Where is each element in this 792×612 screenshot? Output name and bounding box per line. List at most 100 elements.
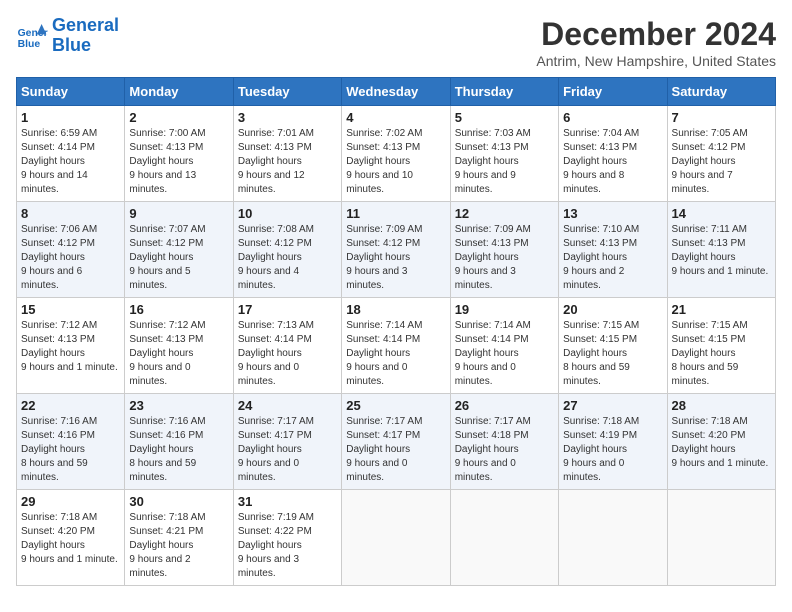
table-row: 19 Sunrise: 7:14 AM Sunset: 4:14 PM Dayl… [450,298,558,394]
day-number: 9 [129,206,228,221]
table-row: 4 Sunrise: 7:02 AM Sunset: 4:13 PM Dayli… [342,106,450,202]
header: General Blue General Blue December 2024 … [16,16,776,69]
day-number: 5 [455,110,554,125]
table-row: 13 Sunrise: 7:10 AM Sunset: 4:13 PM Dayl… [559,202,667,298]
day-number: 26 [455,398,554,413]
table-row: 31 Sunrise: 7:19 AM Sunset: 4:22 PM Dayl… [233,490,341,586]
day-info: Sunrise: 7:14 AM Sunset: 4:14 PM Dayligh… [346,319,445,389]
title-area: December 2024 Antrim, New Hampshire, Uni… [536,16,776,69]
day-number: 13 [563,206,662,221]
day-number: 14 [672,206,771,221]
logo-text: General Blue [52,16,119,56]
table-row: 9 Sunrise: 7:07 AM Sunset: 4:12 PM Dayli… [125,202,233,298]
day-number: 15 [21,302,120,317]
col-wednesday: Wednesday [342,78,450,106]
day-number: 29 [21,494,120,509]
day-info: Sunrise: 7:04 AM Sunset: 4:13 PM Dayligh… [563,127,662,197]
logo: General Blue General Blue [16,16,119,56]
day-info: Sunrise: 7:09 AM Sunset: 4:13 PM Dayligh… [455,223,554,293]
day-number: 2 [129,110,228,125]
day-number: 27 [563,398,662,413]
table-row: 5 Sunrise: 7:03 AM Sunset: 4:13 PM Dayli… [450,106,558,202]
day-number: 11 [346,206,445,221]
col-tuesday: Tuesday [233,78,341,106]
table-row: 28 Sunrise: 7:18 AM Sunset: 4:20 PM Dayl… [667,394,775,490]
col-sunday: Sunday [17,78,125,106]
table-row: 18 Sunrise: 7:14 AM Sunset: 4:14 PM Dayl… [342,298,450,394]
table-row: 27 Sunrise: 7:18 AM Sunset: 4:19 PM Dayl… [559,394,667,490]
month-title: December 2024 [536,16,776,53]
day-number: 22 [21,398,120,413]
day-info: Sunrise: 7:08 AM Sunset: 4:12 PM Dayligh… [238,223,337,293]
day-number: 12 [455,206,554,221]
day-number: 17 [238,302,337,317]
table-row: 2 Sunrise: 7:00 AM Sunset: 4:13 PM Dayli… [125,106,233,202]
col-monday: Monday [125,78,233,106]
day-number: 20 [563,302,662,317]
col-saturday: Saturday [667,78,775,106]
day-info: Sunrise: 7:14 AM Sunset: 4:14 PM Dayligh… [455,319,554,389]
table-row: 22 Sunrise: 7:16 AM Sunset: 4:16 PM Dayl… [17,394,125,490]
day-number: 16 [129,302,228,317]
calendar-header-row: Sunday Monday Tuesday Wednesday Thursday… [17,78,776,106]
day-number: 25 [346,398,445,413]
table-row: 26 Sunrise: 7:17 AM Sunset: 4:18 PM Dayl… [450,394,558,490]
calendar-week-row: 22 Sunrise: 7:16 AM Sunset: 4:16 PM Dayl… [17,394,776,490]
location-title: Antrim, New Hampshire, United States [536,53,776,69]
day-info: Sunrise: 7:15 AM Sunset: 4:15 PM Dayligh… [563,319,662,389]
table-row [559,490,667,586]
table-row: 17 Sunrise: 7:13 AM Sunset: 4:14 PM Dayl… [233,298,341,394]
table-row: 7 Sunrise: 7:05 AM Sunset: 4:12 PM Dayli… [667,106,775,202]
col-friday: Friday [559,78,667,106]
logo-line1: General [52,15,119,35]
day-info: Sunrise: 7:00 AM Sunset: 4:13 PM Dayligh… [129,127,228,197]
logo-line2: Blue [52,35,91,55]
table-row: 6 Sunrise: 7:04 AM Sunset: 4:13 PM Dayli… [559,106,667,202]
calendar-table: Sunday Monday Tuesday Wednesday Thursday… [16,77,776,586]
day-number: 8 [21,206,120,221]
calendar-week-row: 8 Sunrise: 7:06 AM Sunset: 4:12 PM Dayli… [17,202,776,298]
table-row: 15 Sunrise: 7:12 AM Sunset: 4:13 PM Dayl… [17,298,125,394]
day-info: Sunrise: 7:17 AM Sunset: 4:17 PM Dayligh… [346,415,445,485]
table-row [450,490,558,586]
day-info: Sunrise: 7:07 AM Sunset: 4:12 PM Dayligh… [129,223,228,293]
day-number: 3 [238,110,337,125]
table-row: 3 Sunrise: 7:01 AM Sunset: 4:13 PM Dayli… [233,106,341,202]
svg-text:Blue: Blue [18,39,41,50]
day-number: 10 [238,206,337,221]
table-row: 8 Sunrise: 7:06 AM Sunset: 4:12 PM Dayli… [17,202,125,298]
day-info: Sunrise: 7:18 AM Sunset: 4:21 PM Dayligh… [129,511,228,581]
day-info: Sunrise: 7:09 AM Sunset: 4:12 PM Dayligh… [346,223,445,293]
day-info: Sunrise: 7:17 AM Sunset: 4:17 PM Dayligh… [238,415,337,485]
day-info: Sunrise: 7:02 AM Sunset: 4:13 PM Dayligh… [346,127,445,197]
table-row: 24 Sunrise: 7:17 AM Sunset: 4:17 PM Dayl… [233,394,341,490]
calendar-week-row: 29 Sunrise: 7:18 AM Sunset: 4:20 PM Dayl… [17,490,776,586]
day-number: 19 [455,302,554,317]
day-number: 28 [672,398,771,413]
day-info: Sunrise: 7:06 AM Sunset: 4:12 PM Dayligh… [21,223,120,293]
day-number: 18 [346,302,445,317]
day-info: Sunrise: 7:12 AM Sunset: 4:13 PM Dayligh… [21,319,120,375]
table-row: 29 Sunrise: 7:18 AM Sunset: 4:20 PM Dayl… [17,490,125,586]
table-row: 1 Sunrise: 6:59 AM Sunset: 4:14 PM Dayli… [17,106,125,202]
table-row: 10 Sunrise: 7:08 AM Sunset: 4:12 PM Dayl… [233,202,341,298]
table-row: 20 Sunrise: 7:15 AM Sunset: 4:15 PM Dayl… [559,298,667,394]
day-info: Sunrise: 7:03 AM Sunset: 4:13 PM Dayligh… [455,127,554,197]
day-number: 1 [21,110,120,125]
day-number: 6 [563,110,662,125]
table-row: 25 Sunrise: 7:17 AM Sunset: 4:17 PM Dayl… [342,394,450,490]
day-number: 23 [129,398,228,413]
table-row: 23 Sunrise: 7:16 AM Sunset: 4:16 PM Dayl… [125,394,233,490]
day-info: Sunrise: 7:17 AM Sunset: 4:18 PM Dayligh… [455,415,554,485]
day-info: Sunrise: 7:13 AM Sunset: 4:14 PM Dayligh… [238,319,337,389]
table-row: 11 Sunrise: 7:09 AM Sunset: 4:12 PM Dayl… [342,202,450,298]
logo-icon: General Blue [16,20,48,52]
day-info: Sunrise: 6:59 AM Sunset: 4:14 PM Dayligh… [21,127,120,197]
day-number: 30 [129,494,228,509]
table-row: 14 Sunrise: 7:11 AM Sunset: 4:13 PM Dayl… [667,202,775,298]
table-row [667,490,775,586]
day-number: 21 [672,302,771,317]
day-info: Sunrise: 7:16 AM Sunset: 4:16 PM Dayligh… [21,415,120,485]
day-info: Sunrise: 7:12 AM Sunset: 4:13 PM Dayligh… [129,319,228,389]
day-info: Sunrise: 7:15 AM Sunset: 4:15 PM Dayligh… [672,319,771,389]
